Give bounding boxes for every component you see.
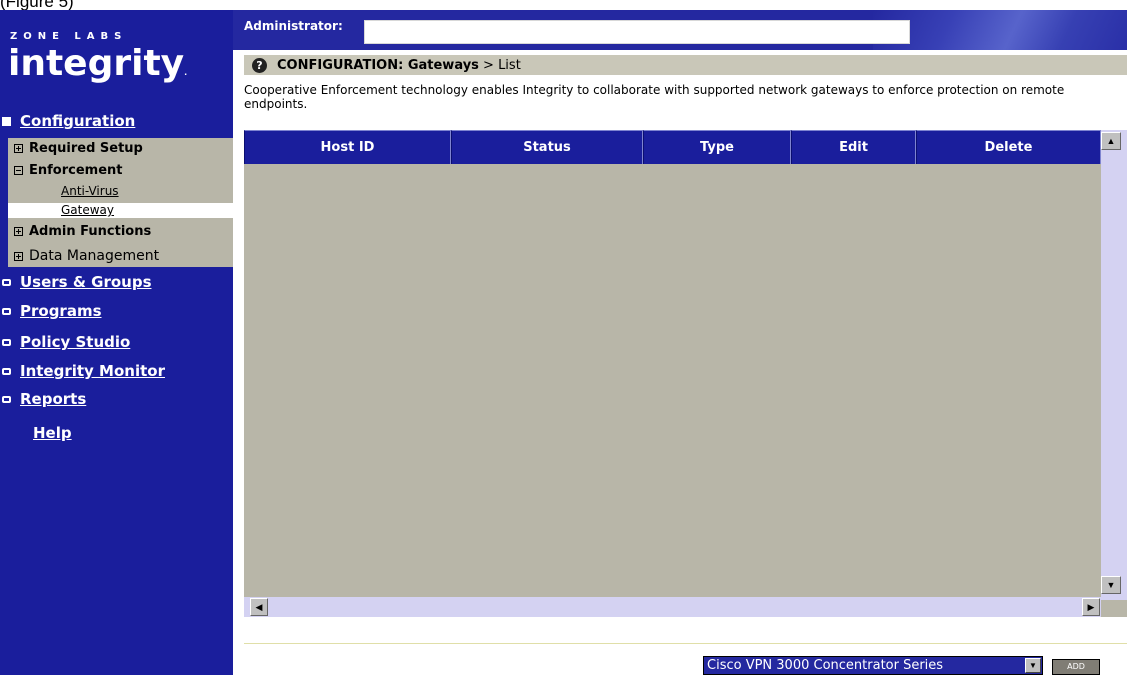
nav-integrity-monitor[interactable]: Integrity Monitor [0, 360, 233, 382]
nav-programs[interactable]: Programs [0, 300, 233, 322]
nav-reports-label: Reports [20, 390, 87, 408]
plus-icon [14, 144, 23, 153]
figure-caption: (Figure 5) [0, 0, 74, 11]
brand-logo: integrity. [8, 43, 187, 84]
scroll-down-icon[interactable]: ▼ [1101, 576, 1121, 594]
vertical-scrollbar[interactable]: ▲ ▼ [1101, 130, 1127, 600]
page-title: ? CONFIGURATION: Gateways > List [244, 55, 1127, 75]
sidebar: ZONE LABS integrity. Configuration Users… [0, 10, 233, 675]
nav-policy-studio[interactable]: Policy Studio [0, 331, 233, 353]
config-anti-virus-link[interactable]: Anti-Virus [61, 184, 119, 198]
column-header-delete[interactable]: Delete [916, 130, 1101, 164]
plus-icon [14, 227, 23, 236]
config-admin-functions-label: Admin Functions [29, 224, 152, 239]
selected-row-highlight [8, 203, 233, 218]
nav-reports[interactable]: Reports [0, 388, 233, 410]
plus-icon [14, 251, 23, 261]
breadcrumb: CONFIGURATION: Gateways > List [277, 58, 521, 73]
config-gateway-link[interactable]: Gateway [61, 203, 114, 217]
brand-logo-text: integrity [8, 43, 185, 84]
scroll-right-icon[interactable]: ▶ [1082, 598, 1100, 616]
nav-configuration[interactable]: Configuration [0, 110, 233, 132]
nav-users-groups[interactable]: Users & Groups [0, 271, 233, 293]
administrator-field[interactable] [364, 20, 910, 44]
config-enforcement[interactable]: Enforcement [14, 163, 123, 178]
gateway-type-value: Cisco VPN 3000 Concentrator Series [707, 658, 944, 673]
config-required-setup-label: Required Setup [29, 141, 143, 156]
add-button[interactable]: ADD [1052, 659, 1100, 675]
column-header-host-id[interactable]: Host ID [244, 130, 451, 164]
scroll-left-icon[interactable]: ◀ [250, 598, 268, 616]
nav-programs-label: Programs [20, 302, 102, 320]
brand-top-text: ZONE LABS [10, 31, 128, 42]
administrator-label: Administrator: [244, 19, 343, 33]
collapse-icon [2, 116, 11, 126]
nav-policy-studio-label: Policy Studio [20, 333, 131, 351]
gateways-table: Host ID Status Type Edit Delete ▲ ▼ ◀ ▶ [244, 130, 1127, 617]
scroll-up-icon[interactable]: ▲ [1101, 132, 1121, 150]
gateway-type-select[interactable]: Cisco VPN 3000 Concentrator Series ▼ [703, 656, 1043, 675]
divider [244, 643, 1127, 644]
page-description: Cooperative Enforcement technology enabl… [244, 83, 1065, 111]
brand-logo-mark: . [184, 68, 188, 77]
nav-configuration-label: Configuration [20, 112, 136, 130]
column-header-status[interactable]: Status [451, 130, 643, 164]
config-admin-functions[interactable]: Admin Functions [14, 224, 151, 239]
config-required-setup[interactable]: Required Setup [14, 141, 143, 156]
nav-integrity-monitor-label: Integrity Monitor [20, 362, 165, 380]
config-data-management-label: Data Management [29, 248, 160, 264]
column-header-type[interactable]: Type [643, 130, 791, 164]
config-enforcement-label: Enforcement [29, 163, 123, 178]
expand-icon [2, 307, 11, 315]
horizontal-scrollbar[interactable]: ◀ ▶ [244, 597, 1101, 617]
help-link[interactable]: Help [33, 424, 72, 442]
config-data-management[interactable]: Data Management [14, 248, 159, 264]
expand-icon [2, 338, 11, 346]
expand-icon [2, 395, 11, 403]
header-decoration [873, 10, 1127, 50]
minus-icon [14, 166, 23, 175]
expand-icon [2, 367, 11, 375]
help-icon[interactable]: ? [252, 57, 267, 73]
expand-icon [2, 278, 11, 286]
column-header-edit[interactable]: Edit [791, 130, 916, 164]
breadcrumb-page: > List [478, 57, 521, 73]
nav-users-groups-label: Users & Groups [20, 273, 152, 291]
breadcrumb-section: CONFIGURATION: Gateways [277, 57, 479, 73]
header-bar: Administrator: [233, 10, 1127, 50]
table-header: Host ID Status Type Edit Delete [244, 130, 1101, 164]
chevron-down-icon[interactable]: ▼ [1025, 658, 1041, 673]
